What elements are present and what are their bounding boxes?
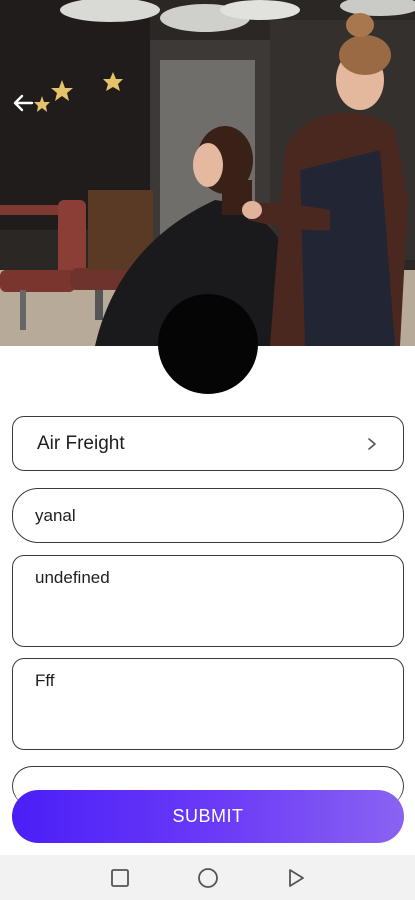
square-icon: [110, 868, 129, 887]
circle-icon: [197, 867, 218, 888]
recents-button[interactable]: [107, 865, 133, 891]
arrow-left-icon: [13, 94, 34, 112]
back-button[interactable]: [12, 92, 46, 126]
service-select[interactable]: Air Freight: [12, 416, 404, 471]
system-navigation-bar: [0, 855, 415, 900]
notes-textarea-value: Fff: [35, 671, 55, 690]
profile-avatar[interactable]: [158, 294, 258, 394]
chevron-right-icon: [368, 437, 376, 450]
name-input[interactable]: yanal: [12, 488, 404, 543]
name-input-value: yanal: [35, 505, 76, 525]
home-button[interactable]: [195, 865, 221, 891]
details-textarea[interactable]: undefined: [12, 555, 404, 647]
notes-textarea[interactable]: Fff: [12, 658, 404, 750]
service-select-value: Air Freight: [37, 432, 125, 454]
details-textarea-value: undefined: [35, 568, 110, 587]
triangle-back-icon: [288, 868, 304, 887]
system-back-button[interactable]: [283, 865, 309, 891]
submit-button[interactable]: SUBMIT: [12, 790, 404, 843]
